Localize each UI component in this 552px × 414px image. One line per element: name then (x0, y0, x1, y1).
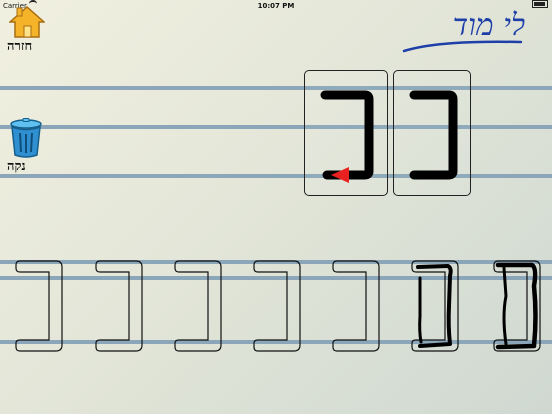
page-title: לי מוד (400, 8, 525, 53)
practice-slot[interactable] (329, 256, 383, 354)
practice-slot-completed[interactable] (490, 256, 544, 354)
title-underline (402, 40, 523, 53)
practice-slot[interactable] (12, 256, 66, 354)
direction-arrow-icon (331, 167, 349, 183)
letter-outline (332, 260, 380, 352)
clear-label: נקה (7, 159, 26, 174)
home-label: חזרה (7, 39, 33, 54)
tracing-box[interactable] (304, 70, 388, 196)
practice-slot-completed[interactable] (408, 256, 462, 354)
battery-icon (532, 0, 548, 8)
practice-slot[interactable] (92, 256, 146, 354)
letter-kaf-guide (320, 90, 374, 183)
letter-outline (95, 260, 143, 352)
trash-icon (10, 118, 42, 158)
model-box (393, 70, 471, 196)
letter-outline (253, 260, 301, 352)
letter-outline (15, 260, 63, 352)
practice-slot[interactable] (171, 256, 225, 354)
practice-slot[interactable] (250, 256, 304, 354)
battery-indicator (532, 0, 548, 8)
letter-kaf-model (409, 90, 458, 180)
letter-outline-traced (411, 260, 459, 352)
letter-outline-traced (493, 260, 541, 352)
home-button[interactable]: חזרה (5, 4, 47, 56)
house-icon (9, 6, 45, 38)
clear-button[interactable]: נקה (6, 118, 46, 176)
letter-outline (174, 260, 222, 352)
